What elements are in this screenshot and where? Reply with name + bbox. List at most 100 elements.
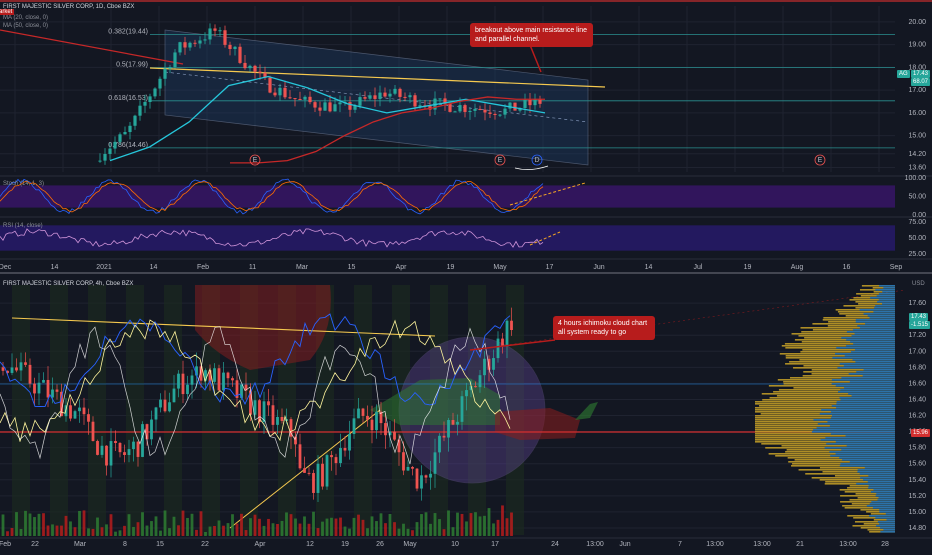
- volume-profile-bar-blue: [835, 441, 895, 443]
- volume-profile-bar-blue: [816, 427, 895, 429]
- 4h-candle: [10, 367, 14, 373]
- volume-profile-bar-blue: [870, 297, 895, 299]
- volume-profile-bar-blue: [835, 385, 895, 387]
- volume-profile-bar-blue: [879, 523, 895, 525]
- stoch-label[interactable]: Stoch (14, 1, 3): [3, 181, 44, 187]
- daily-candle: [323, 102, 327, 111]
- 4h-candle: [154, 407, 158, 420]
- volume-bar: [271, 523, 275, 536]
- 4h-candle: [226, 372, 230, 379]
- volume-profile-bar-blue: [841, 449, 895, 451]
- volume-profile-bar-blue: [876, 295, 895, 297]
- volume-profile-bar-blue: [820, 439, 895, 441]
- 4h-candle: [96, 441, 99, 455]
- volume-profile-bar-blue: [871, 501, 895, 503]
- daily-candle: [378, 92, 382, 99]
- volume-profile-bar-blue: [836, 407, 895, 409]
- bottom-current-price: 17.43: [909, 313, 929, 321]
- volume-bar: [456, 512, 459, 536]
- bottom-time-tick: 12: [306, 541, 314, 548]
- volume-bar: [186, 517, 189, 536]
- daily-candle: [198, 40, 202, 44]
- volume-bar: [64, 515, 68, 536]
- volume-bar: [379, 513, 383, 536]
- top-time-tick: Dec: [0, 264, 12, 271]
- top-edge-mark: [0, 0, 932, 2]
- volume-bar: [415, 522, 419, 536]
- daily-candle: [448, 103, 452, 112]
- 4h-candle: [37, 382, 41, 394]
- volume-bar: [46, 525, 50, 536]
- bottom-time-tick: 15: [156, 541, 164, 548]
- 4h-candle: [15, 367, 18, 371]
- volume-profile-bar-blue: [846, 445, 895, 447]
- 4h-candle: [69, 405, 72, 419]
- volume-bar: [330, 517, 333, 536]
- daily-candle: [488, 112, 492, 114]
- volume-profile-bar-blue: [878, 299, 895, 301]
- daily-candle: [168, 67, 172, 69]
- top-indicator-ma20[interactable]: MA (20, close, 0): [3, 15, 48, 21]
- 4h-candle: [145, 424, 149, 440]
- volume-bar: [82, 510, 86, 536]
- volume-profile-bar-blue: [842, 459, 895, 461]
- top-time-tick: 2021: [96, 264, 112, 271]
- volume-bar: [37, 513, 41, 536]
- daily-candle: [103, 153, 107, 161]
- bottom-price-tick: 16.20: [908, 413, 926, 420]
- 4h-candle: [420, 475, 423, 489]
- 4h-candle: [343, 448, 347, 451]
- volume-profile-bar-blue: [860, 477, 895, 479]
- daily-candle: [148, 96, 152, 102]
- volume-bar: [303, 516, 306, 536]
- volume-profile-bar-blue: [831, 405, 895, 407]
- 4h-candle: [73, 411, 77, 419]
- top-current-price-2: 68.07: [911, 78, 931, 86]
- rsi-label[interactable]: RSI (14, close): [3, 223, 43, 229]
- daily-candle: [183, 42, 187, 48]
- 4h-candle: [460, 396, 464, 422]
- volume-bar: [478, 516, 482, 536]
- volume-profile-bar-blue: [877, 499, 895, 501]
- top-time-tick: May: [493, 264, 507, 271]
- daily-candle: [458, 105, 462, 112]
- daily-candle: [463, 105, 467, 112]
- volume-profile-bar-blue: [841, 377, 895, 379]
- daily-candle: [268, 77, 272, 93]
- daily-candle: [223, 30, 227, 45]
- volume-profile-bar-blue: [857, 325, 895, 327]
- volume-bar: [388, 513, 392, 536]
- daily-candle: [243, 62, 247, 69]
- volume-profile-bar-blue: [830, 411, 895, 413]
- volume-profile-bar-blue: [840, 389, 895, 391]
- 4h-candle: [370, 419, 374, 431]
- bottom-time-tick: 22: [31, 541, 39, 548]
- volume-profile-bar-blue: [857, 469, 895, 471]
- volume-profile-bar-blue: [879, 509, 895, 511]
- volume-profile-bar-blue: [876, 525, 895, 527]
- volume-profile-bar-blue: [883, 529, 895, 531]
- volume-bar: [447, 510, 450, 536]
- ticker-badge: AG: [897, 70, 910, 78]
- top-time-tick: 17: [546, 264, 554, 271]
- volume-bar: [33, 517, 36, 536]
- daily-candle: [333, 104, 337, 112]
- bottom-time-tick: 17: [491, 541, 499, 548]
- rsi-axis-tick: 75.00: [908, 219, 926, 226]
- top-indicator-ma50[interactable]: MA (50, close, 0): [3, 23, 48, 29]
- 4h-candle: [105, 445, 108, 466]
- bottom-time-tick: Apr: [255, 541, 267, 548]
- 4h-candle: [303, 468, 306, 473]
- volume-profile-bar-blue: [868, 475, 895, 477]
- volume-profile-bar-blue: [877, 301, 895, 303]
- volume-bar: [249, 518, 252, 536]
- volume-bar: [429, 523, 432, 536]
- 4h-candle: [55, 389, 59, 392]
- daily-candle: [113, 141, 117, 149]
- volume-profile-bar-blue: [830, 433, 895, 435]
- daily-candle: [473, 108, 477, 111]
- 4h-candle: [501, 338, 504, 347]
- volume-profile-bar-blue: [873, 489, 895, 491]
- volume-bar: [483, 515, 486, 536]
- bottom-price-tick: 17.60: [908, 300, 926, 307]
